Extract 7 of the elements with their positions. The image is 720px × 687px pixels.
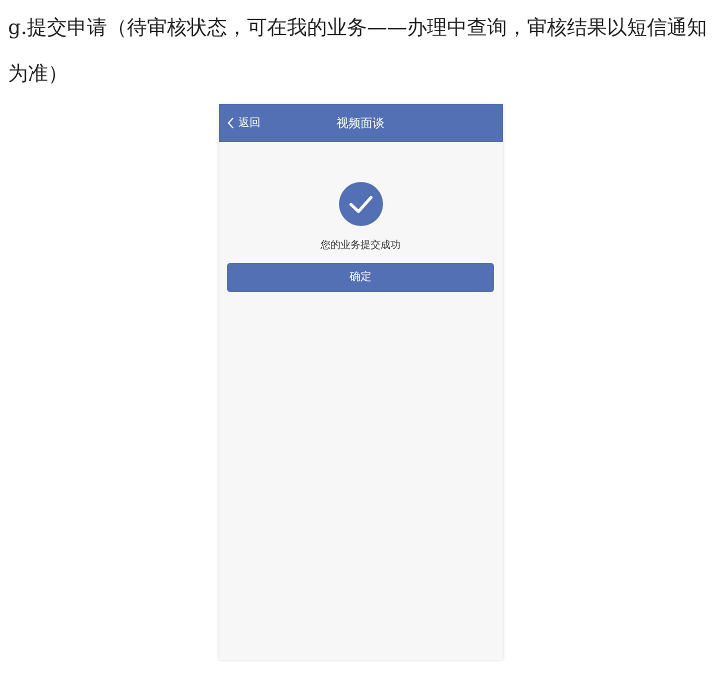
- back-button[interactable]: 返回: [226, 114, 260, 132]
- chevron-left-icon: [226, 117, 234, 129]
- check-icon: [338, 182, 382, 226]
- confirm-button[interactable]: 确定: [227, 263, 494, 292]
- caption: g.提交申请（待审核状态，可在我的业务——办理中查询，审核结果以短信通知为准）: [7, 14, 708, 87]
- screen-title: 视频面谈: [336, 115, 384, 132]
- success-message: 您的业务提交成功: [320, 238, 400, 253]
